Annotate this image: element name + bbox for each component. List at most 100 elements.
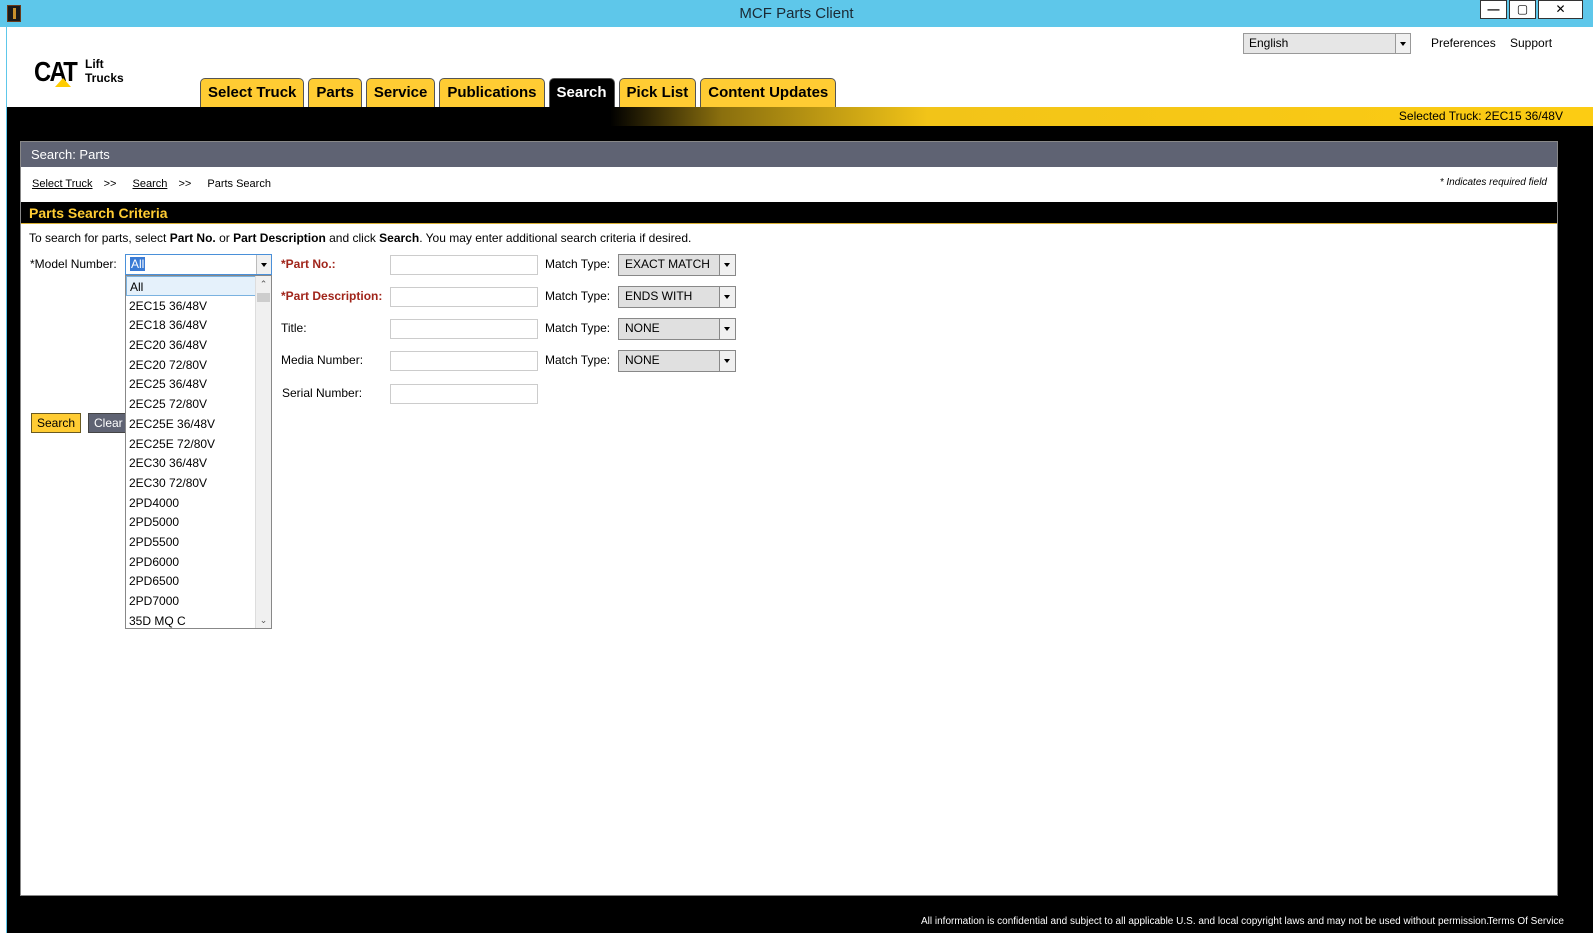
- model-option[interactable]: 2PD7000: [126, 591, 257, 611]
- criteria-title: Parts Search Criteria: [21, 202, 1557, 224]
- model-option[interactable]: 2EC30 72/80V: [126, 473, 257, 493]
- model-option[interactable]: 2EC25E 36/48V: [126, 414, 257, 434]
- search-instructions: To search for parts, select Part No. or …: [29, 231, 691, 245]
- preferences-link[interactable]: Preferences: [1431, 36, 1496, 50]
- model-option[interactable]: 35D MQ C: [126, 611, 257, 628]
- chevron-down-icon[interactable]: [719, 319, 735, 339]
- cat-lift-trucks-logo: CAT Lift Trucks: [34, 54, 144, 94]
- part-description-match-select[interactable]: ENDS WITH: [618, 286, 736, 308]
- close-button[interactable]: ✕: [1538, 0, 1583, 19]
- breadcrumb-search[interactable]: Search: [133, 178, 168, 190]
- instructions-text: . You may enter additional search criter…: [419, 231, 692, 245]
- serial-number-input[interactable]: [390, 384, 538, 404]
- instructions-text: or: [215, 231, 234, 245]
- tab-select-truck[interactable]: Select Truck: [200, 78, 305, 107]
- dropdown-items: All 2EC15 36/48V 2EC18 36/48V 2EC20 36/48V 2…: [126, 276, 257, 628]
- section-title: Search: Parts: [21, 142, 1557, 167]
- match-value: ENDS WITH: [625, 289, 693, 303]
- model-option[interactable]: 2EC20 36/48V: [126, 335, 257, 355]
- tab-publications[interactable]: Publications: [439, 78, 545, 107]
- search-panel: Search: Parts Select Truck >> Search >> …: [20, 141, 1558, 896]
- scroll-up-icon[interactable]: ⌃: [256, 276, 271, 292]
- match-type-label: Match Type:: [545, 321, 611, 335]
- model-option[interactable]: 2PD6500: [126, 571, 257, 591]
- match-value: NONE: [625, 353, 660, 367]
- model-number-select[interactable]: All: [125, 254, 272, 275]
- model-option[interactable]: 2PD5000: [126, 512, 257, 532]
- required-field-note: * Indicates required field: [1439, 177, 1547, 188]
- tab-parts[interactable]: Parts: [308, 78, 362, 107]
- logo-trucks-text: Trucks: [85, 71, 124, 85]
- part-no-input[interactable]: [390, 255, 538, 275]
- tab-service[interactable]: Service: [365, 78, 436, 107]
- tab-pick-list[interactable]: Pick List: [618, 78, 697, 107]
- chevron-down-icon[interactable]: [256, 255, 271, 274]
- instructions-bold: Part No.: [169, 231, 216, 245]
- model-number-label: *Model Number:: [30, 257, 117, 271]
- chevron-down-icon[interactable]: [719, 255, 735, 275]
- instructions-bold: Search: [379, 231, 420, 245]
- scroll-down-icon[interactable]: ⌄: [256, 612, 271, 628]
- model-option[interactable]: 2EC25 36/48V: [126, 374, 257, 394]
- tab-content-updates[interactable]: Content Updates: [700, 78, 837, 107]
- chevron-down-icon[interactable]: [719, 287, 735, 307]
- model-number-value: All: [130, 257, 146, 271]
- part-no-match-select[interactable]: EXACT MATCH: [618, 254, 736, 276]
- minimize-button[interactable]: —: [1480, 0, 1507, 19]
- match-value: EXACT MATCH: [625, 257, 710, 271]
- model-option[interactable]: 2PD5500: [126, 532, 257, 552]
- model-option[interactable]: 2EC30 36/48V: [126, 453, 257, 473]
- breadcrumb-separator: >>: [103, 178, 117, 190]
- selected-truck-label: Selected Truck: 2EC15 36/48V: [1398, 109, 1563, 123]
- language-value: English: [1249, 36, 1289, 50]
- terms-of-service-link[interactable]: Terms Of Service: [1487, 916, 1564, 927]
- part-no-label: *Part No.:: [281, 257, 336, 271]
- instructions-text: and click: [325, 231, 380, 245]
- clear-button[interactable]: Clear: [88, 413, 128, 433]
- logo-subtitle: Lift Trucks: [85, 57, 124, 85]
- instructions-bold: Part Description: [233, 231, 326, 245]
- window-titlebar: MCF Parts Client — ▢ ✕: [0, 0, 1593, 27]
- window-controls: — ▢ ✕: [1478, 0, 1583, 19]
- maximize-button[interactable]: ▢: [1509, 0, 1536, 19]
- title-input[interactable]: [390, 319, 538, 339]
- title-match-select[interactable]: NONE: [618, 318, 736, 340]
- search-button[interactable]: Search: [31, 413, 82, 433]
- model-option[interactable]: 2PD6000: [126, 552, 257, 572]
- language-select[interactable]: English: [1243, 33, 1411, 54]
- model-number-dropdown[interactable]: All 2EC15 36/48V 2EC18 36/48V 2EC20 36/48V 2…: [125, 275, 272, 629]
- breadcrumb: Select Truck >> Search >> Parts Search: [32, 178, 271, 190]
- model-option[interactable]: 2EC15 36/48V: [126, 296, 257, 316]
- model-option[interactable]: 2EC18 36/48V: [126, 315, 257, 335]
- scroll-thumb[interactable]: [257, 293, 270, 302]
- logo-lift-text: Lift: [85, 57, 104, 71]
- model-option[interactable]: 2EC25E 72/80V: [126, 434, 257, 454]
- model-option[interactable]: 2EC25 72/80V: [126, 394, 257, 414]
- breadcrumb-separator: >>: [178, 178, 192, 190]
- tab-search[interactable]: Search: [548, 78, 615, 107]
- breadcrumb-select-truck[interactable]: Select Truck: [32, 178, 93, 190]
- media-number-label: Media Number:: [281, 353, 364, 367]
- logo-triangle-icon: [55, 78, 71, 87]
- support-link[interactable]: Support: [1510, 36, 1552, 50]
- chevron-down-icon[interactable]: [1395, 34, 1410, 53]
- model-option[interactable]: All: [126, 276, 257, 296]
- window-title: MCF Parts Client: [739, 5, 854, 22]
- match-value: NONE: [625, 321, 660, 335]
- model-option[interactable]: 2PD4000: [126, 493, 257, 513]
- match-type-label: Match Type:: [545, 353, 611, 367]
- title-label: Title:: [281, 321, 307, 335]
- media-number-match-select[interactable]: NONE: [618, 350, 736, 372]
- copyright-text: All information is confidential and subj…: [921, 916, 1490, 927]
- status-bar: [7, 107, 1593, 126]
- app-client-area: CAT Lift Trucks English Preferences Supp…: [6, 27, 1593, 933]
- chevron-down-icon[interactable]: [719, 351, 735, 371]
- part-description-input[interactable]: [390, 287, 538, 307]
- media-number-input[interactable]: [390, 351, 538, 371]
- part-description-label: *Part Description:: [281, 289, 383, 303]
- model-option[interactable]: 2EC20 72/80V: [126, 355, 257, 375]
- match-type-label: Match Type:: [545, 257, 611, 271]
- breadcrumb-parts-search: Parts Search: [207, 178, 271, 190]
- dropdown-scrollbar[interactable]: ⌃ ⌄: [255, 276, 271, 628]
- instructions-text: To search for parts, select: [29, 231, 170, 245]
